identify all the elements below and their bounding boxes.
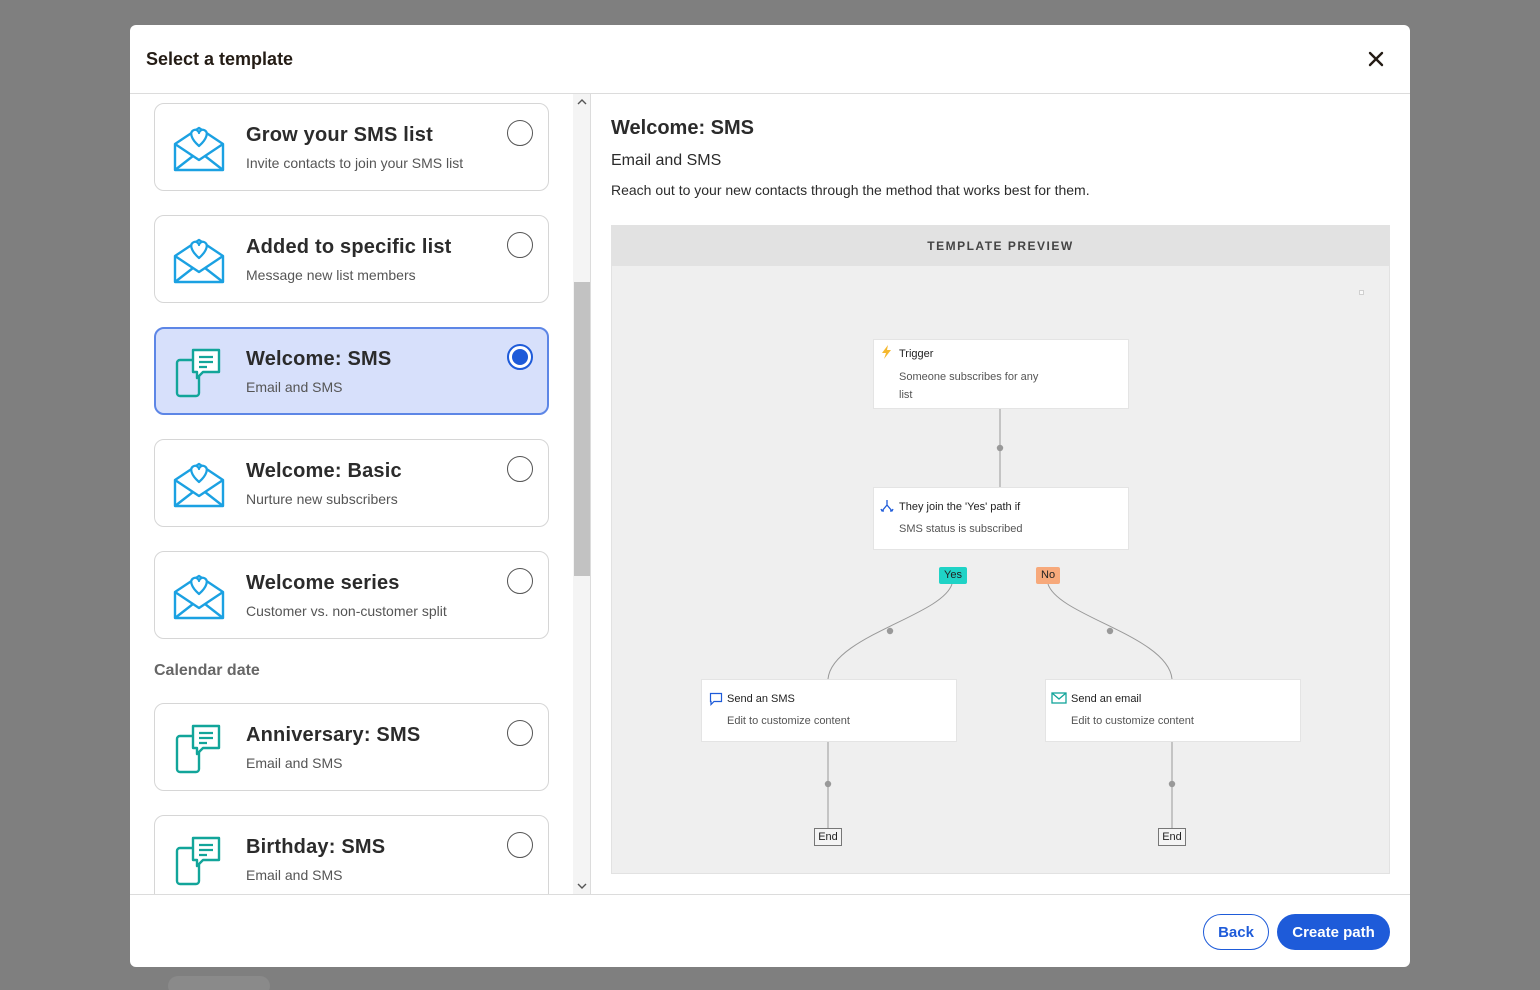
close-icon	[1368, 51, 1384, 67]
scrollbar-thumb[interactable]	[574, 282, 590, 576]
phone-message-icon	[173, 348, 225, 398]
template-card-subtitle: Customer vs. non-customer split	[246, 603, 447, 619]
template-list-pane: Grow your SMS list Invite contacts to joi…	[130, 94, 591, 894]
envelope-heart-icon	[173, 460, 225, 510]
trigger-node[interactable]: Trigger Someone subscribes for any list	[873, 339, 1129, 409]
send-email-node[interactable]: Send an email Edit to customize content	[1045, 679, 1301, 742]
template-list: Grow your SMS list Invite contacts to joi…	[154, 103, 549, 894]
branch-split-icon	[880, 500, 894, 512]
detail-title: Welcome: SMS	[611, 117, 754, 139]
template-card-title: Anniversary: SMS	[246, 724, 421, 746]
template-card[interactable]: Grow your SMS list Invite contacts to joi…	[154, 103, 549, 191]
send-sms-node-description: Edit to customize content	[727, 715, 850, 727]
minimap-indicator	[1359, 290, 1364, 295]
detail-subtitle: Email and SMS	[611, 152, 722, 169]
phone-message-icon	[173, 836, 225, 886]
template-card-subtitle: Invite contacts to join your SMS list	[246, 155, 464, 171]
template-card[interactable]: Birthday: SMS Email and SMS	[154, 815, 549, 894]
template-card[interactable]: Welcome series Customer vs. non-customer …	[154, 551, 549, 639]
template-radio-button[interactable]	[507, 456, 533, 482]
template-card-subtitle: Email and SMS	[246, 755, 343, 771]
template-card-title: Welcome series	[246, 572, 400, 594]
template-card-subtitle: Email and SMS	[246, 379, 343, 395]
template-radio-button[interactable]	[507, 232, 533, 258]
close-button[interactable]	[1360, 43, 1392, 75]
template-radio-button[interactable]	[507, 568, 533, 594]
flow-canvas[interactable]: Trigger Someone subscribes for any list …	[612, 266, 1389, 873]
template-detail-pane: Welcome: SMS Email and SMS Reach out to …	[592, 94, 1410, 894]
modal-footer: Back Create path	[130, 894, 1410, 967]
send-email-node-description: Edit to customize content	[1071, 715, 1194, 727]
envelope-heart-icon	[173, 572, 225, 622]
end-node-left: End	[814, 828, 842, 846]
template-radio-button[interactable]	[507, 832, 533, 858]
template-card-title: Grow your SMS list	[246, 124, 433, 146]
template-card[interactable]: Welcome: Basic Nurture new subscribers	[154, 439, 549, 527]
trigger-node-title: Trigger	[899, 348, 934, 360]
template-card-subtitle: Email and SMS	[246, 867, 343, 883]
template-preview: TEMPLATE PREVIEW Trigger Someone subscri…	[611, 225, 1390, 874]
detail-description: Reach out to your new contacts through t…	[611, 182, 1090, 198]
template-card[interactable]: Welcome: SMS Email and SMS	[154, 327, 549, 415]
back-button[interactable]: Back	[1203, 914, 1269, 950]
backdrop-element	[168, 976, 270, 990]
modal-body: Grow your SMS list Invite contacts to joi…	[130, 94, 1410, 894]
template-card-subtitle: Message new list members	[246, 267, 416, 283]
envelope-heart-icon	[173, 236, 225, 286]
preview-header: TEMPLATE PREVIEW	[612, 226, 1389, 266]
template-card[interactable]: Anniversary: SMS Email and SMS	[154, 703, 549, 791]
template-radio-button[interactable]	[507, 720, 533, 746]
scroll-down-arrow-icon[interactable]	[577, 881, 587, 891]
condition-node-title: They join the 'Yes' path if	[899, 501, 1021, 513]
end-node-right: End	[1158, 828, 1186, 846]
template-modal: Select a template Grow your SMS list Invi…	[130, 25, 1410, 967]
lightning-bolt-icon	[882, 345, 891, 359]
condition-node[interactable]: They join the 'Yes' path if SMS status i…	[873, 487, 1129, 550]
chat-bubble-icon	[709, 692, 723, 706]
modal-title: Select a template	[146, 48, 294, 69]
template-card-title: Welcome: SMS	[246, 348, 392, 370]
modal-header: Select a template	[130, 25, 1410, 94]
template-card-subtitle: Nurture new subscribers	[246, 491, 398, 507]
no-path-tag: No	[1036, 567, 1061, 584]
yes-path-tag: Yes	[939, 567, 967, 584]
condition-node-description: SMS status is subscribed	[899, 523, 1023, 535]
send-sms-node-title: Send an SMS	[727, 693, 795, 705]
template-card-title: Birthday: SMS	[246, 836, 386, 858]
scroll-up-arrow-icon[interactable]	[577, 97, 587, 107]
template-card[interactable]: Added to specific list Message new list m…	[154, 215, 549, 303]
template-card-title: Welcome: Basic	[246, 460, 402, 482]
send-email-node-title: Send an email	[1071, 693, 1142, 705]
create-path-button[interactable]: Create path	[1277, 914, 1390, 950]
scrollbar[interactable]	[573, 94, 590, 894]
envelope-heart-icon	[173, 124, 225, 174]
template-radio-button[interactable]	[507, 120, 533, 146]
envelope-icon	[1051, 692, 1067, 704]
phone-message-icon	[173, 724, 225, 774]
trigger-node-description: Someone subscribes for any list	[899, 371, 1039, 401]
section-label-calendar-date: Calendar date	[154, 662, 260, 679]
template-radio-button[interactable]	[507, 344, 533, 370]
template-card-title: Added to specific list	[246, 236, 452, 258]
send-sms-node[interactable]: Send an SMS Edit to customize content	[701, 679, 957, 742]
